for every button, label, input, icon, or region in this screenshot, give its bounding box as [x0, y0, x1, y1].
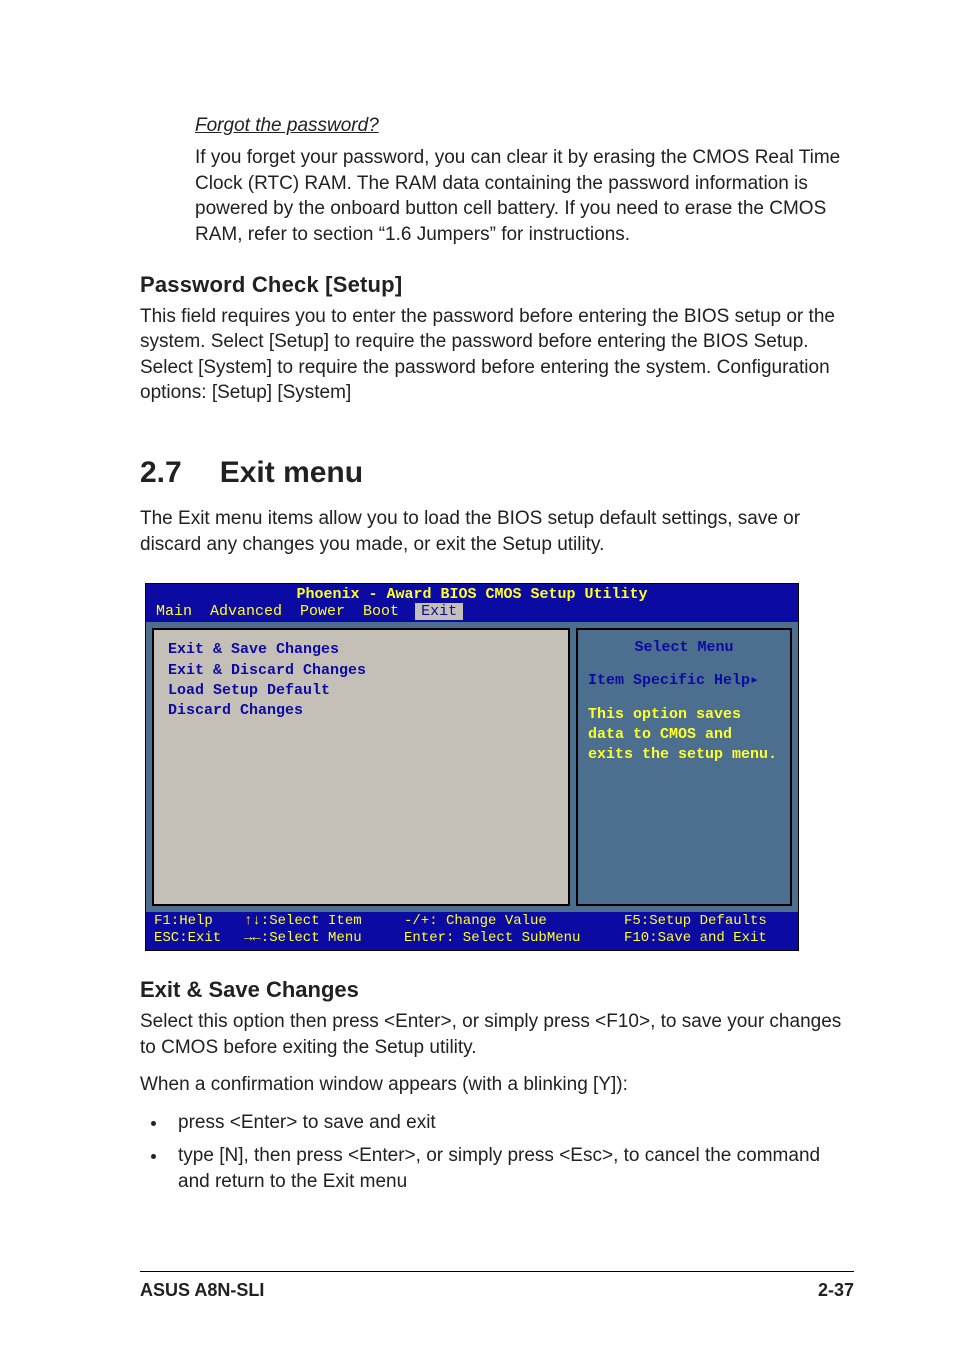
page-footer: ASUS A8N-SLI 2-37 — [140, 1271, 854, 1301]
exit-save-p2: When a confirmation window appears (with… — [140, 1072, 854, 1098]
bios-item: Load Setup Default — [168, 681, 554, 701]
bios-footer-key: -/+: Change Value — [404, 913, 624, 930]
section-number: 2.7 — [140, 456, 182, 490]
bios-help-label: Item Specific Help▸ — [588, 671, 780, 691]
footer-right: 2-37 — [818, 1280, 854, 1301]
bios-tab-main: Main — [154, 603, 194, 620]
bios-menubar: Main Advanced Power Boot Exit — [146, 603, 798, 622]
bios-select-menu: Select Menu — [588, 638, 780, 658]
bios-tab-advanced: Advanced — [208, 603, 284, 620]
bios-footer-key: F10:Save and Exit — [624, 930, 790, 947]
bios-footer-key: Enter: Select SubMenu — [404, 930, 624, 947]
bios-title: Phoenix - Award BIOS CMOS Setup Utility — [146, 584, 798, 603]
list-item: press <Enter> to save and exit — [168, 1110, 854, 1137]
exit-save-heading: Exit & Save Changes — [140, 977, 854, 1003]
bios-tab-boot: Boot — [361, 603, 401, 620]
bios-footer-key: ESC:Exit — [154, 930, 244, 947]
section-title: Exit menu — [220, 456, 363, 489]
bios-footer-key: ↑↓:Select Item — [244, 913, 404, 930]
bios-footer-key: F1:Help — [154, 913, 244, 930]
bios-help-text: This option saves data to CMOS and exits… — [588, 705, 780, 766]
bios-right-panel: Select Menu Item Specific Help▸ This opt… — [576, 628, 792, 906]
bios-item: Discard Changes — [168, 701, 554, 721]
forgot-password-title: Forgot the password? — [195, 115, 854, 137]
bios-tab-power: Power — [298, 603, 347, 620]
bios-footer-key: F5:Setup Defaults — [624, 913, 790, 930]
exit-menu-heading: 2.7 Exit menu — [140, 456, 854, 490]
bios-tab-exit: Exit — [415, 603, 463, 620]
password-check-heading: Password Check [Setup] — [140, 272, 854, 298]
forgot-password-body: If you forget your password, you can cle… — [195, 145, 854, 248]
bios-body: Exit & Save Changes Exit & Discard Chang… — [146, 622, 798, 912]
bios-item: Exit & Discard Changes — [168, 661, 554, 681]
bios-screenshot: Phoenix - Award BIOS CMOS Setup Utility … — [145, 583, 799, 951]
password-check-body: This field requires you to enter the pas… — [140, 304, 854, 407]
footer-left: ASUS A8N-SLI — [140, 1280, 264, 1301]
bios-left-panel: Exit & Save Changes Exit & Discard Chang… — [152, 628, 570, 906]
list-item: type [N], then press <Enter>, or simply … — [168, 1143, 854, 1196]
exit-save-p1: Select this option then press <Enter>, o… — [140, 1009, 854, 1060]
bios-footer: F1:Help ↑↓:Select Item -/+: Change Value… — [146, 912, 798, 950]
exit-save-list: press <Enter> to save and exit type [N],… — [168, 1110, 854, 1196]
bios-item: Exit & Save Changes — [168, 640, 554, 660]
bios-footer-key: →←:Select Menu — [244, 930, 404, 947]
exit-menu-intro: The Exit menu items allow you to load th… — [140, 506, 854, 557]
